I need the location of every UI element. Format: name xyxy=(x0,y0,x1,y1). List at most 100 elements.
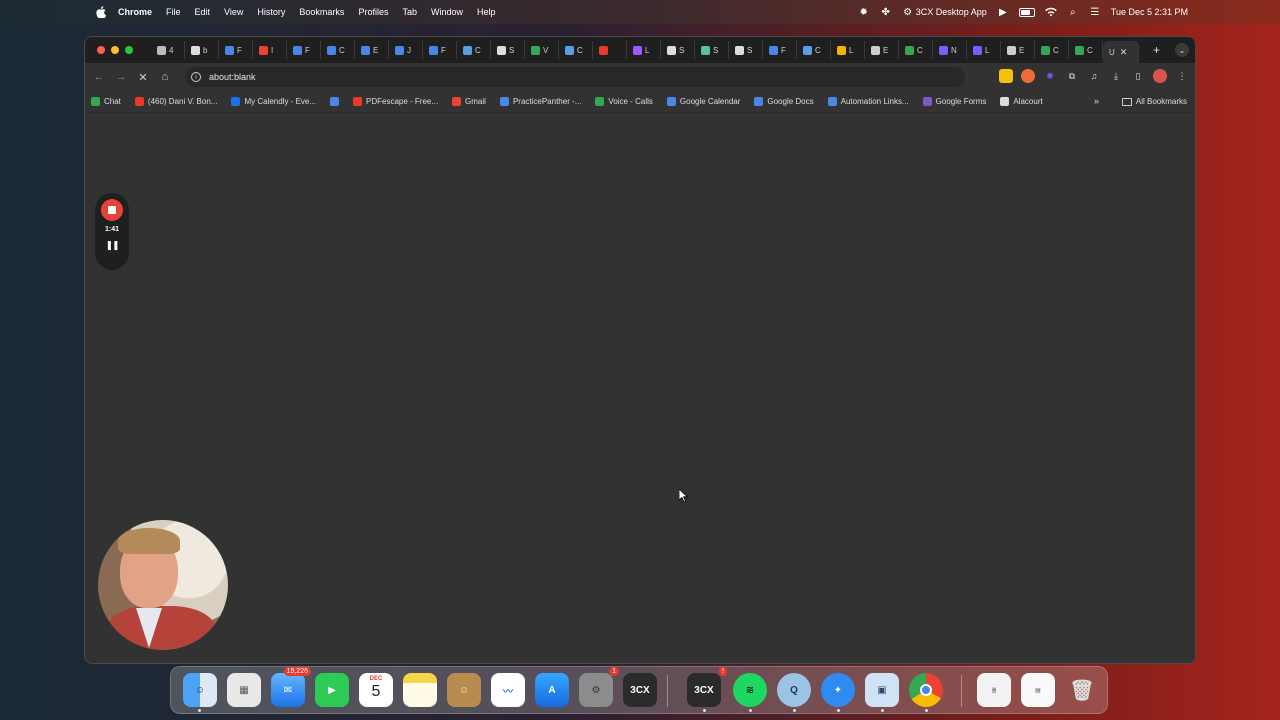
tab-active[interactable]: U ✕ xyxy=(1103,41,1139,63)
site-info-icon[interactable]: i xyxy=(191,72,201,82)
tab-17[interactable]: S xyxy=(729,41,763,59)
search-icon[interactable]: ⌕ xyxy=(1067,6,1079,18)
stop-loading-icon[interactable]: ✕ xyxy=(135,69,151,85)
finder-icon[interactable]: ☺ xyxy=(183,673,217,707)
notes-icon[interactable] xyxy=(403,673,437,707)
contacts-icon[interactable]: ☺ xyxy=(447,673,481,707)
wifi-icon[interactable] xyxy=(1044,6,1057,18)
bookmark-item[interactable]: PracticePanther -... xyxy=(499,97,581,106)
3cx-status-icon[interactable]: ⚙ xyxy=(902,6,914,18)
chrome-menu-icon[interactable]: ⋮ xyxy=(1175,69,1189,83)
bookmarks-overflow-icon[interactable]: » xyxy=(1094,96,1099,106)
minimize-window-button[interactable] xyxy=(111,46,119,54)
tab-22[interactable]: C xyxy=(899,41,933,59)
preview-icon[interactable]: ▣ xyxy=(865,673,899,707)
tab-1[interactable]: b xyxy=(185,41,219,59)
menu-edit[interactable]: Edit xyxy=(195,7,211,17)
back-arrow-icon[interactable]: ← xyxy=(91,69,107,85)
tab-16[interactable]: S xyxy=(695,41,729,59)
tab-20[interactable]: L xyxy=(831,41,865,59)
webcam-bubble[interactable] xyxy=(98,520,228,650)
document-icon[interactable]: ▤ xyxy=(1021,673,1055,707)
gear-status-icon[interactable]: ✹ xyxy=(858,6,870,18)
menu-bookmarks[interactable]: Bookmarks xyxy=(299,7,344,17)
bookmark-item[interactable]: My Calendly - Eve... xyxy=(231,97,316,106)
control-center-icon[interactable]: ☰ xyxy=(1089,6,1101,18)
page-content-blank[interactable] xyxy=(85,113,1195,663)
extension-yellow-icon[interactable] xyxy=(999,69,1013,83)
extension-purple-icon[interactable]: ✺ xyxy=(1043,69,1057,83)
bookmark-item[interactable]: Automation Links... xyxy=(827,97,909,106)
tab-23[interactable]: N xyxy=(933,41,967,59)
tab-25[interactable]: E xyxy=(1001,41,1035,59)
app-store-icon[interactable]: A xyxy=(535,673,569,707)
battery-icon[interactable] xyxy=(1018,7,1035,17)
menu-history[interactable]: History xyxy=(257,7,285,17)
calendar-icon[interactable]: DEC 5 xyxy=(359,673,393,707)
3cx-app-icon[interactable]: 3CX xyxy=(623,673,657,707)
chrome-icon[interactable] xyxy=(909,673,943,707)
tab-12[interactable]: C xyxy=(559,41,593,59)
tab-26[interactable]: C xyxy=(1035,41,1069,59)
all-bookmarks-button[interactable]: All Bookmarks xyxy=(1121,97,1187,106)
tab-10[interactable]: S xyxy=(491,41,525,59)
tab-13[interactable] xyxy=(593,41,627,59)
puzzle-status-icon[interactable]: ✤ xyxy=(880,6,892,18)
spotify-icon[interactable]: ≋ xyxy=(733,673,767,707)
tab-4[interactable]: F xyxy=(287,41,321,59)
address-bar[interactable]: i about:blank ☆ xyxy=(185,67,1035,87)
bookmark-item[interactable]: Alacourt xyxy=(1000,97,1043,106)
forward-arrow-icon[interactable]: → xyxy=(113,69,129,85)
menu-tab[interactable]: Tab xyxy=(402,7,417,17)
tab-search-chevron-icon[interactable]: ⌄ xyxy=(1175,43,1189,57)
menu-view[interactable]: View xyxy=(224,7,243,17)
safari-icon[interactable]: ✦ xyxy=(821,673,855,707)
close-window-button[interactable] xyxy=(97,46,105,54)
bookmark-item[interactable]: Google Docs xyxy=(754,97,814,106)
tab-8[interactable]: F xyxy=(423,41,457,59)
zoom-window-button[interactable] xyxy=(125,46,133,54)
menu-window[interactable]: Window xyxy=(431,7,463,17)
status-app-name[interactable]: 3CX Desktop App xyxy=(916,7,987,17)
trash-icon[interactable]: 🗑 xyxy=(1065,673,1099,707)
extensions-puzzle-icon[interactable]: ⧉ xyxy=(1065,69,1079,83)
bookmark-item[interactable]: PDFescape - Free... xyxy=(353,97,438,106)
tab-2[interactable]: F xyxy=(219,41,253,59)
tab-19[interactable]: C xyxy=(797,41,831,59)
bookmark-item[interactable]: Voice - Calls xyxy=(595,97,653,106)
apple-icon[interactable] xyxy=(94,5,108,19)
mail-icon[interactable]: ✉ 19,226 xyxy=(271,667,311,707)
tab-7[interactable]: J xyxy=(389,41,423,59)
media-controls-icon[interactable]: ♫ xyxy=(1087,69,1101,83)
menu-help[interactable]: Help xyxy=(477,7,496,17)
tab-5[interactable]: C xyxy=(321,41,355,59)
tab-11[interactable]: V xyxy=(525,41,559,59)
address-bar-url[interactable]: about:blank xyxy=(209,72,256,82)
tab-27[interactable]: C xyxy=(1069,41,1103,59)
freeform-icon[interactable]: 〰 xyxy=(491,673,525,707)
close-tab-icon[interactable]: ✕ xyxy=(1120,47,1128,58)
menu-profiles[interactable]: Profiles xyxy=(358,7,388,17)
stop-recording-button[interactable] xyxy=(101,199,123,221)
bookmark-item[interactable]: Google Calendar xyxy=(666,97,740,106)
launchpad-icon[interactable]: ▦ xyxy=(227,673,261,707)
tab-3[interactable]: I xyxy=(253,41,287,59)
tab-6[interactable]: E xyxy=(355,41,389,59)
tab-14[interactable]: L xyxy=(627,41,661,59)
quicktime-icon[interactable]: Q xyxy=(777,673,811,707)
bookmark-item[interactable]: Google Forms xyxy=(922,97,986,106)
new-tab-button[interactable]: + xyxy=(1153,43,1160,57)
document-stack-icon[interactable]: ≣ xyxy=(977,673,1011,707)
menu-app-chrome[interactable]: Chrome xyxy=(118,7,152,17)
extension-orange-icon[interactable] xyxy=(1021,69,1035,83)
play-status-icon[interactable]: ▶ xyxy=(997,6,1009,18)
tab-24[interactable]: L xyxy=(967,41,1001,59)
facetime-icon[interactable]: ▶ xyxy=(315,673,349,707)
tab-15[interactable]: S xyxy=(661,41,695,59)
tab-21[interactable]: E xyxy=(865,41,899,59)
side-panel-icon[interactable]: ▯ xyxy=(1131,69,1145,83)
tab-0[interactable]: 4 xyxy=(151,41,185,59)
tab-9[interactable]: C xyxy=(457,41,491,59)
3cx-desktop-icon[interactable]: 3CX! xyxy=(687,667,727,707)
pause-icon[interactable]: ❚❚ xyxy=(105,240,119,251)
